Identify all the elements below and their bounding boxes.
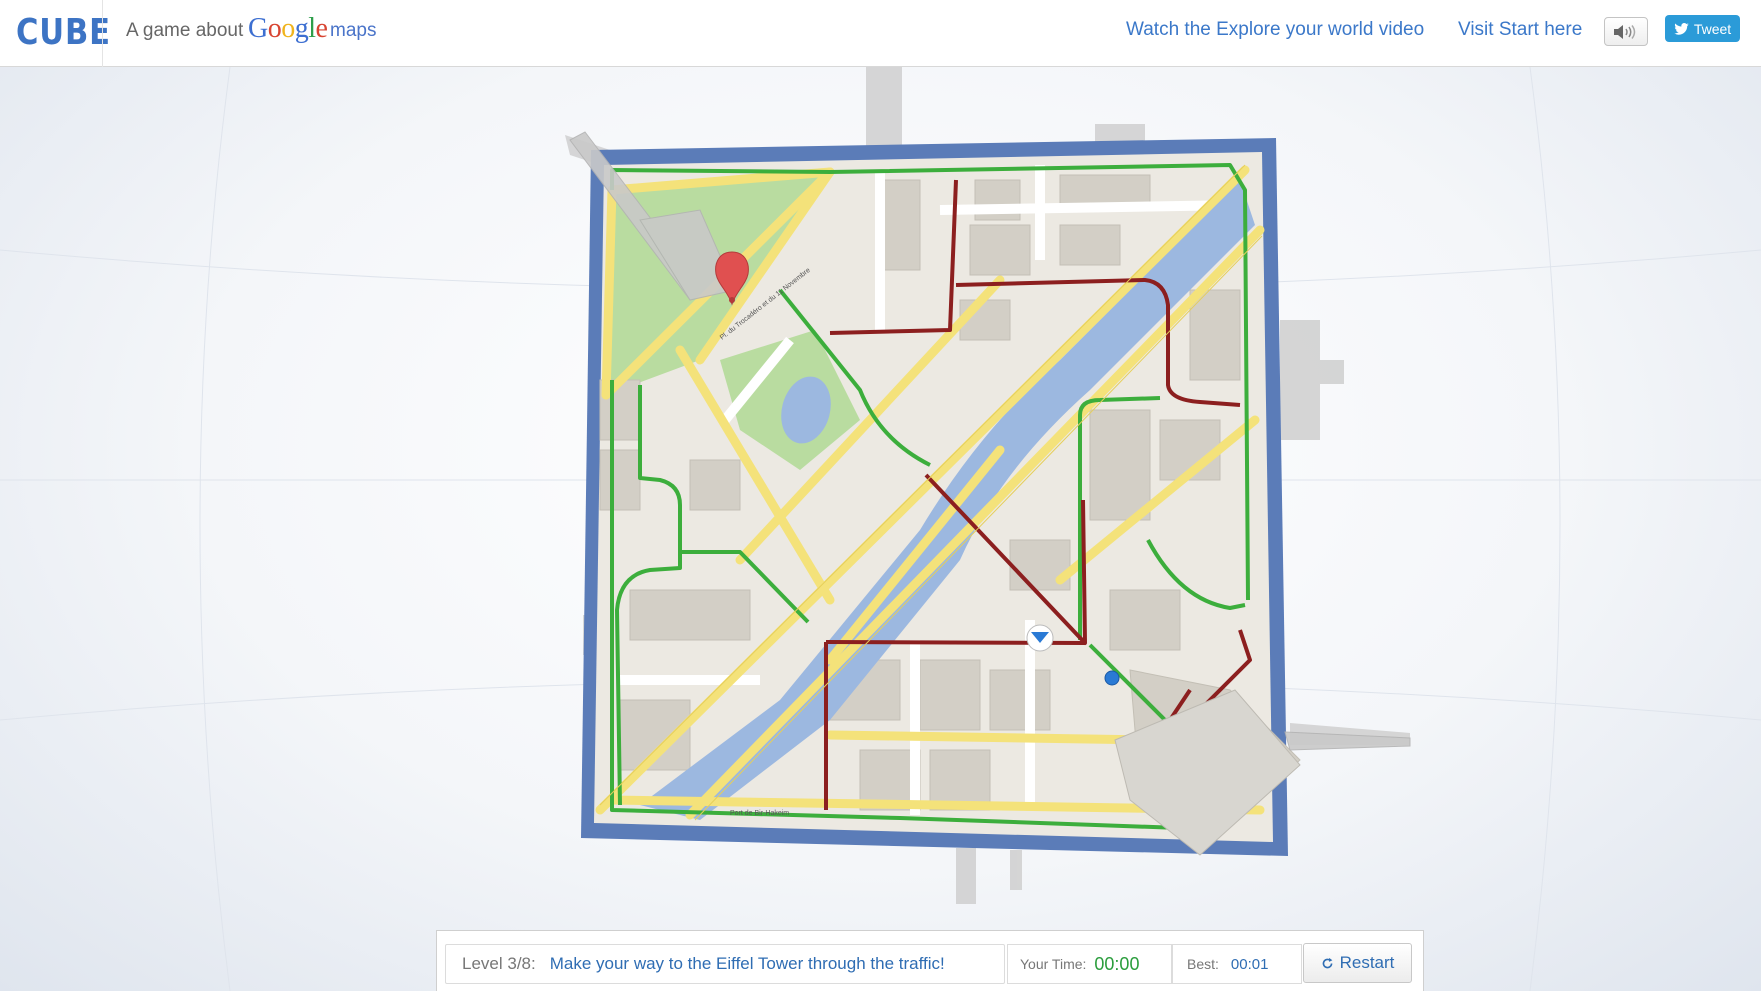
google-letter: G xyxy=(248,13,268,44)
google-letter: e xyxy=(315,13,328,44)
tweet-label: Tweet xyxy=(1693,20,1732,37)
google-letter: l xyxy=(308,13,316,44)
restart-label: Restart xyxy=(1339,953,1395,972)
best-time: Best: 00:01 xyxy=(1172,944,1302,984)
logo-divider xyxy=(102,0,103,67)
direction-badge xyxy=(1026,624,1054,652)
restart-button[interactable]: Restart xyxy=(1303,943,1412,983)
tagline: A game about xyxy=(126,20,244,41)
best-time-value: 00:01 xyxy=(1230,955,1269,973)
google-logo: Google xyxy=(248,13,328,45)
top-bar: CUBE A game about Google maps Watch the … xyxy=(0,0,1761,67)
player-car[interactable] xyxy=(1104,670,1120,686)
your-time: Your Time: 00:00 xyxy=(1007,944,1172,984)
status-bar: Level 3/8: Make your way to the Eiffel T… xyxy=(436,930,1424,991)
refresh-icon xyxy=(1322,957,1332,968)
google-letter: o xyxy=(267,13,282,44)
google-letter: g xyxy=(294,13,309,44)
google-letter: o xyxy=(281,13,295,44)
tweet-button[interactable]: Tweet xyxy=(1665,15,1740,42)
sound-toggle-button[interactable] xyxy=(1604,17,1648,46)
twitter-bird-icon xyxy=(1674,22,1689,35)
visit-start-link[interactable]: Visit Start here xyxy=(1458,19,1582,41)
best-time-label: Best: xyxy=(1187,956,1219,972)
cube-logo[interactable]: CUBE xyxy=(16,12,111,53)
your-time-label: Your Time: xyxy=(1020,956,1087,972)
level-info: Level 3/8: Make your way to the Eiffel T… xyxy=(445,944,1005,984)
street-label-bottom: Port de Bir-Hakeim xyxy=(730,810,789,817)
level-label: Level 3/8: xyxy=(462,954,536,973)
speaker-icon xyxy=(1614,24,1636,39)
level-message: Make your way to the Eiffel Tower throug… xyxy=(549,954,945,973)
game-stage: Pl. du Trocadéro et du 11 Novembre Port … xyxy=(0,67,1761,991)
watch-video-link[interactable]: Watch the Explore your world video xyxy=(1126,19,1424,41)
maps-word: maps xyxy=(330,20,377,41)
your-time-value: 00:00 xyxy=(1094,953,1140,974)
